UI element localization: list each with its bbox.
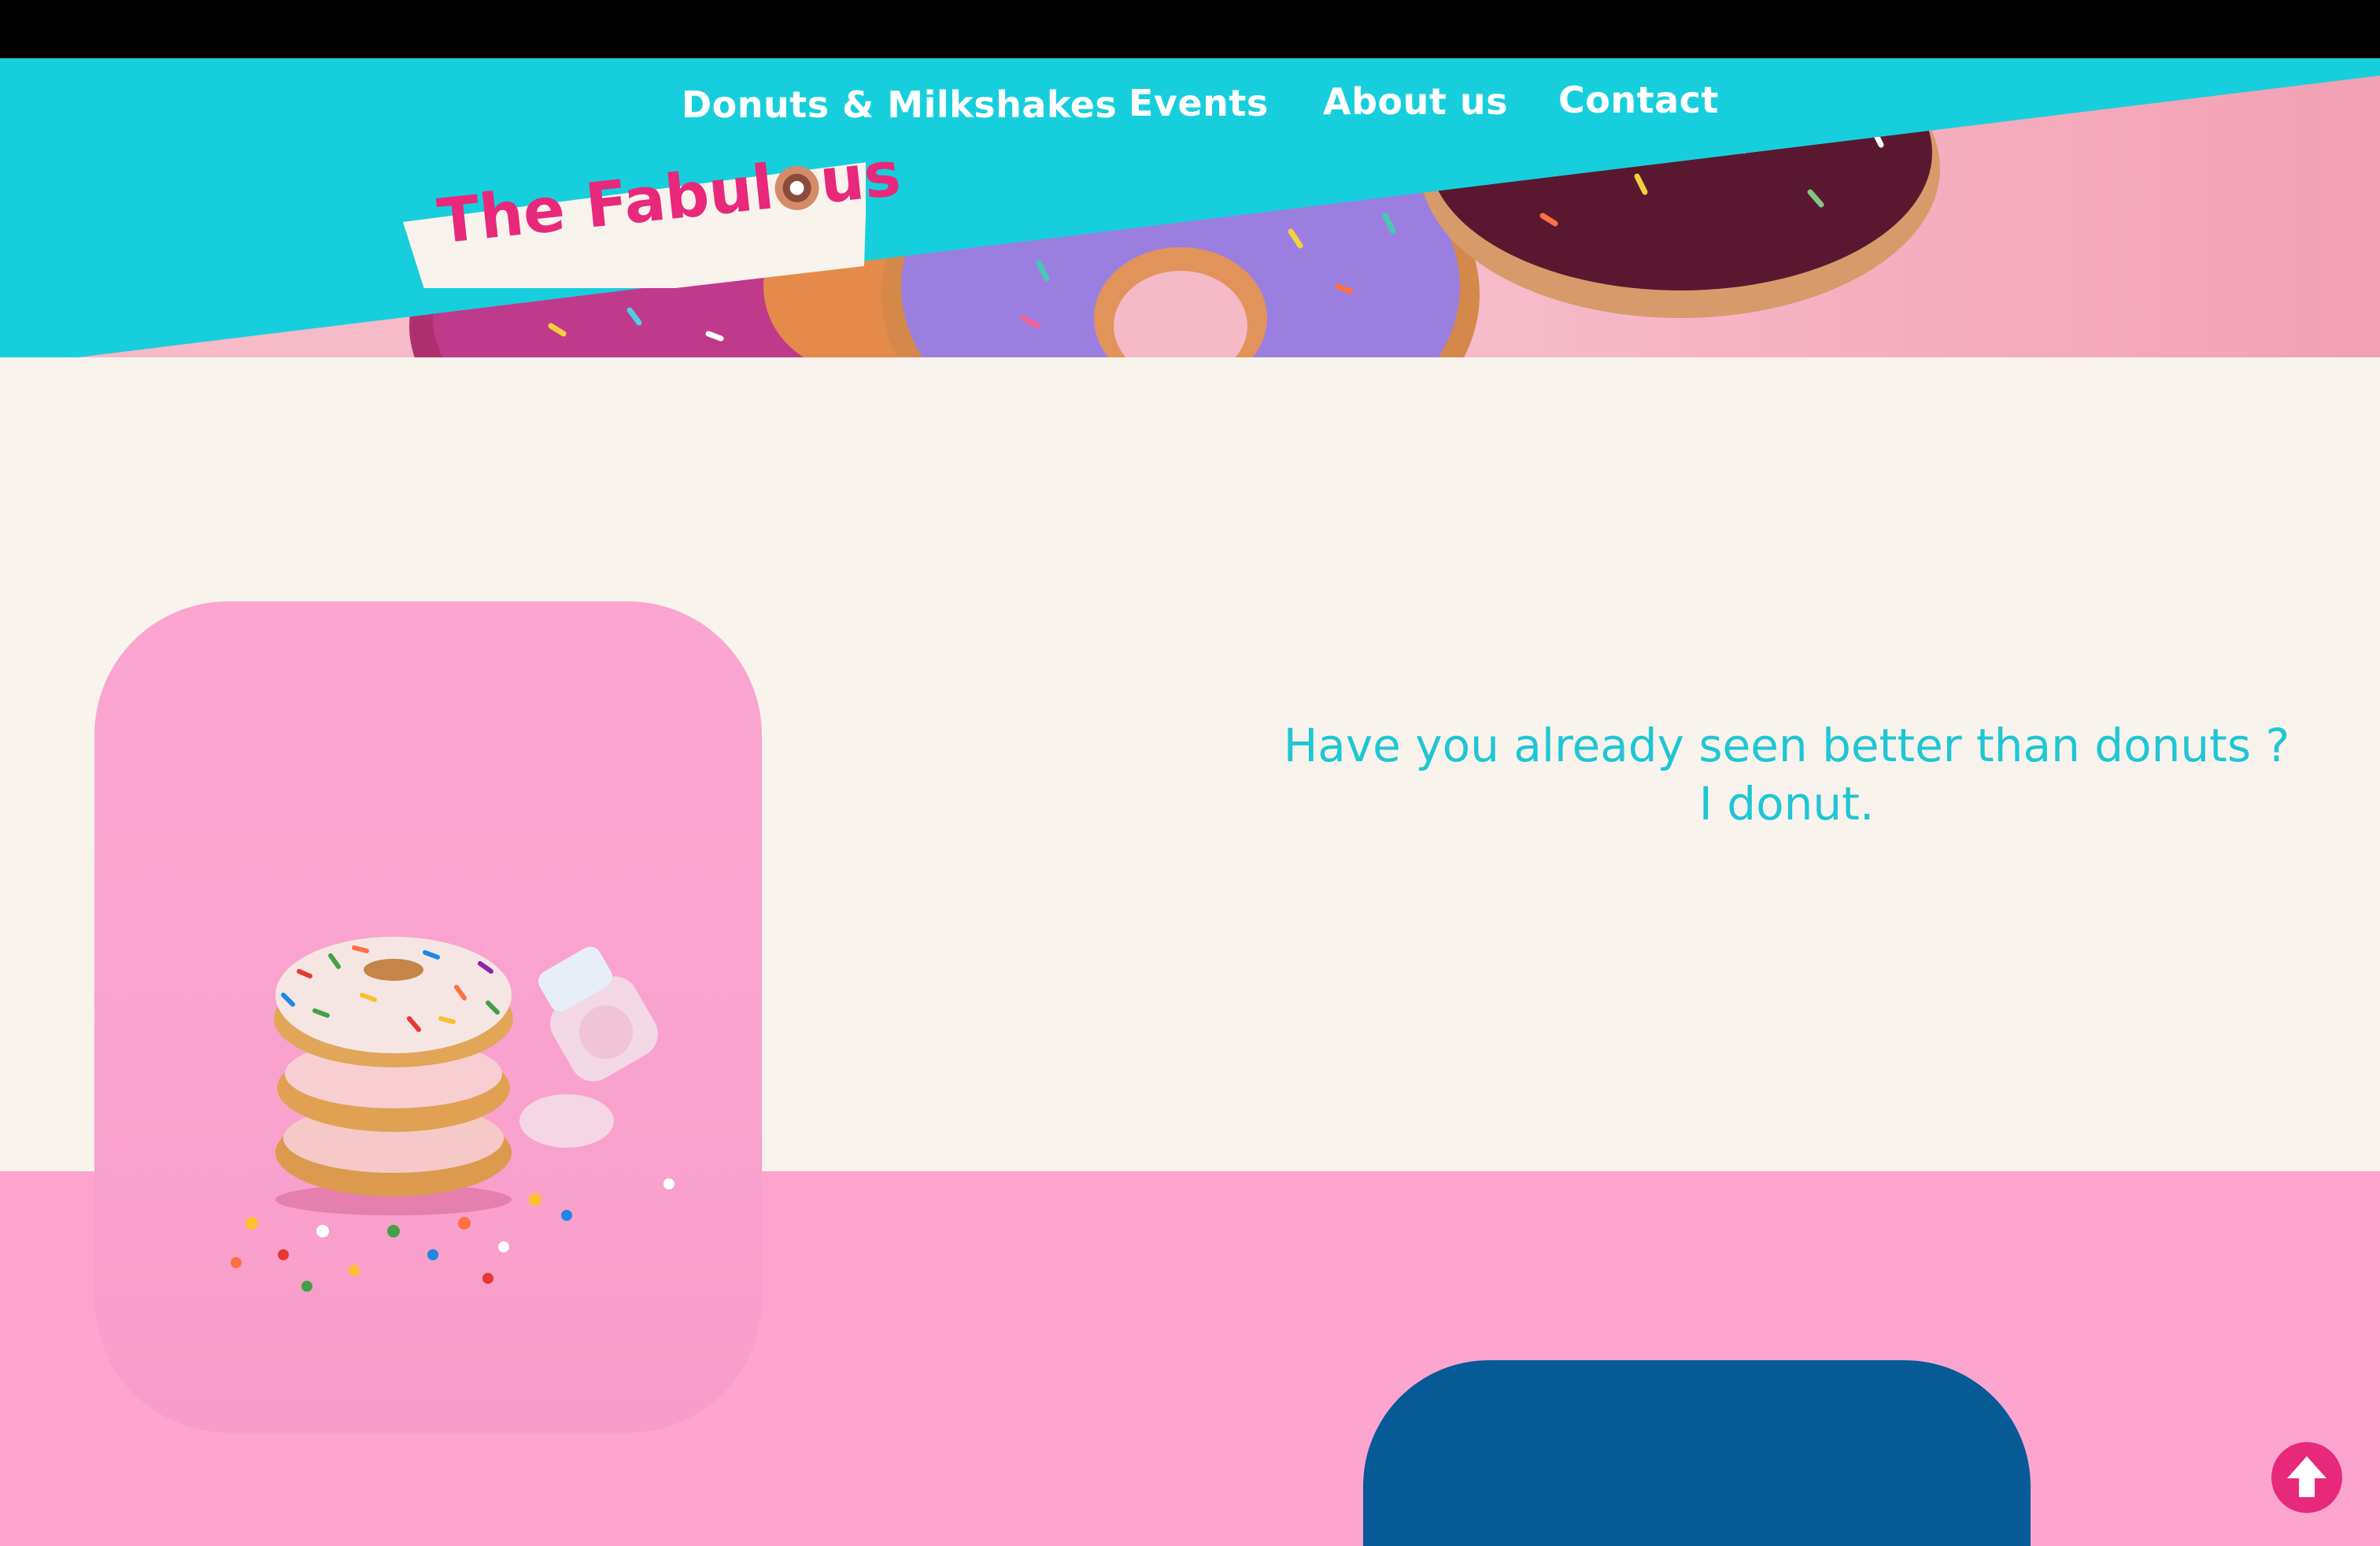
nav-contact[interactable]: Contact xyxy=(1558,79,1719,121)
intro-tagline: Have you already seen better than donuts… xyxy=(1228,716,2345,833)
main-nav: Donuts & Milkshakes Events About us Cont… xyxy=(0,58,2380,216)
scroll-to-top-button[interactable] xyxy=(2271,1442,2342,1513)
nav-events[interactable]: Events xyxy=(1129,82,1269,124)
donut-stack-photo xyxy=(94,601,762,1433)
logo-text-end: us xyxy=(816,139,904,218)
donut-stack-image xyxy=(231,937,674,1292)
nav-donuts-milkshakes[interactable]: Donuts & Milkshakes xyxy=(682,83,1117,126)
arrow-up-icon xyxy=(2287,1456,2326,1497)
browser-top-bar xyxy=(0,0,2380,58)
milkshake-photo-card xyxy=(1363,1360,2031,1546)
tagline-line-1: Have you already seen better than donuts… xyxy=(1283,719,2290,772)
tagline-line-2: I donut. xyxy=(1698,777,1875,830)
nav-about-us[interactable]: About us xyxy=(1323,80,1508,123)
donut-icon xyxy=(773,164,822,213)
